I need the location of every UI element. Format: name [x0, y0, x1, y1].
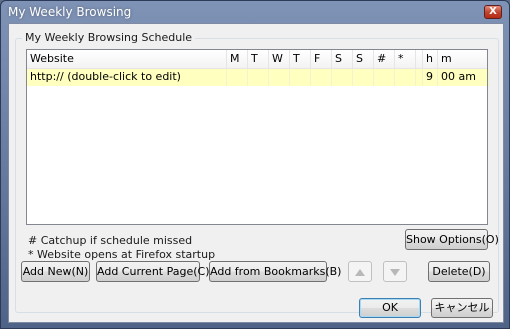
schedule-list[interactable]: Website M T W T F S S # * h m http:// (d… [26, 49, 489, 225]
startup-legend: * Website opens at Firefox startup [28, 248, 216, 261]
row-minute-cell[interactable]: 00 am [438, 69, 489, 86]
row-saturday-cell[interactable] [332, 69, 353, 86]
column-header-saturday[interactable]: S [332, 50, 353, 68]
cancel-button[interactable]: キャンセル [431, 298, 493, 318]
row-startup-cell[interactable] [395, 69, 416, 86]
row-catchup-cell[interactable] [374, 69, 395, 86]
dialog-window: My Weekly Browsing X My Weekly Browsing … [0, 0, 510, 329]
ok-button[interactable]: OK [359, 298, 421, 318]
row-friday-cell[interactable] [311, 69, 332, 86]
row-wednesday-cell[interactable] [269, 69, 290, 86]
move-down-button[interactable] [383, 261, 407, 282]
row-hour-cell[interactable]: 9 [423, 69, 438, 86]
delete-button[interactable]: Delete(D) [428, 261, 490, 282]
catchup-legend: # Catchup if schedule missed [28, 234, 193, 247]
down-arrow-icon [390, 268, 400, 276]
title-bar[interactable]: My Weekly Browsing X [1, 1, 509, 23]
column-header-spacer [416, 50, 423, 68]
schedule-group-title: My Weekly Browsing Schedule [22, 31, 196, 44]
column-header-catchup[interactable]: # [374, 50, 395, 68]
list-header: Website M T W T F S S # * h m [27, 50, 487, 69]
row-thursday-cell[interactable] [290, 69, 311, 86]
column-header-website[interactable]: Website [27, 50, 227, 68]
column-header-startup[interactable]: * [395, 50, 416, 68]
column-header-hour[interactable]: h [423, 50, 438, 68]
schedule-groupbox: My Weekly Browsing Schedule Website M T … [15, 31, 499, 313]
row-sunday-cell[interactable] [353, 69, 374, 86]
row-website-cell[interactable]: http:// (double-click to edit) [27, 69, 227, 86]
column-header-sunday[interactable]: S [353, 50, 374, 68]
column-header-friday[interactable]: F [311, 50, 332, 68]
row-spacer-cell [416, 69, 423, 86]
column-header-minute[interactable]: m [438, 50, 489, 68]
row-monday-cell[interactable] [227, 69, 248, 86]
add-new-button[interactable]: Add New(N) [21, 261, 90, 282]
add-current-page-button[interactable]: Add Current Page(C) [96, 261, 210, 282]
add-from-bookmarks-button[interactable]: Add from Bookmarks(B) [209, 261, 341, 282]
move-up-button[interactable] [348, 261, 372, 282]
column-header-wednesday[interactable]: W [269, 50, 290, 68]
dialog-client-area: My Weekly Browsing Schedule Website M T … [8, 23, 504, 323]
window-title: My Weekly Browsing [8, 5, 132, 19]
close-button[interactable]: X [484, 5, 502, 19]
column-header-tuesday[interactable]: T [248, 50, 269, 68]
up-arrow-icon [355, 268, 365, 276]
row-tuesday-cell[interactable] [248, 69, 269, 86]
table-row[interactable]: http:// (double-click to edit) 9 00 am [27, 69, 489, 86]
show-options-button[interactable]: Show Options(O) [405, 229, 499, 250]
column-header-thursday[interactable]: T [290, 50, 311, 68]
close-icon: X [489, 6, 497, 17]
column-header-monday[interactable]: M [227, 50, 248, 68]
